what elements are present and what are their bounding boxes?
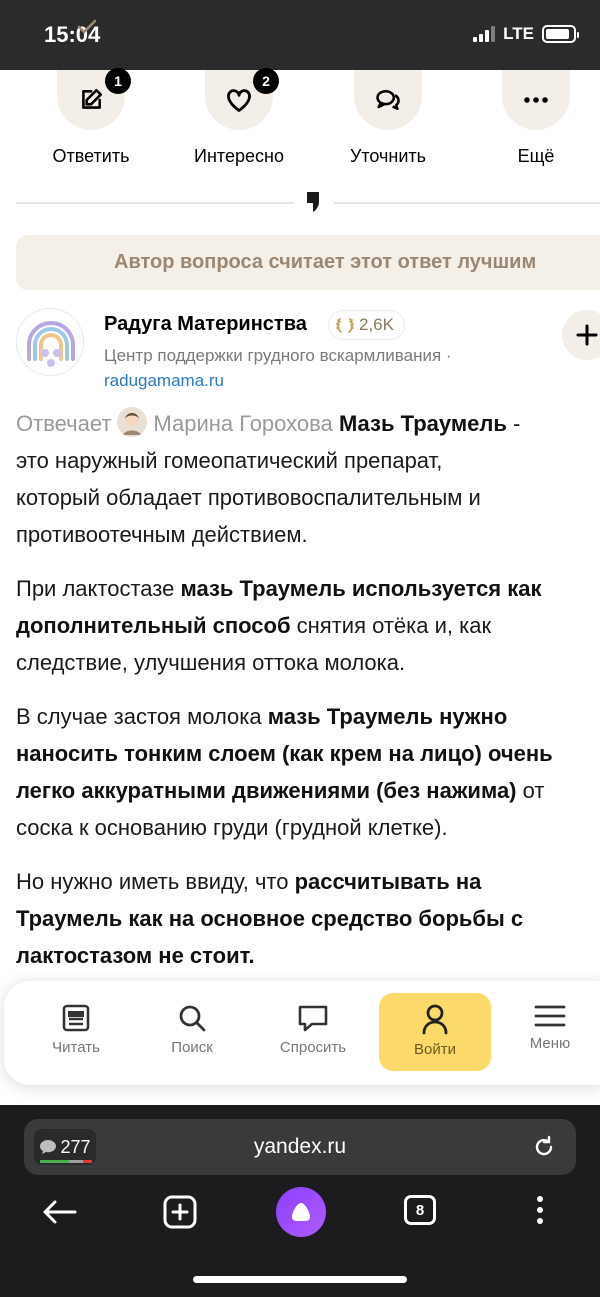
battery-icon: [542, 25, 579, 43]
tabs-button[interactable]: 8: [404, 1195, 436, 1225]
more-dots-icon: [524, 97, 548, 103]
author-name[interactable]: Радуга Материнства: [104, 313, 307, 336]
more-label: Ещё: [517, 146, 555, 166]
best-answer-banner: Автор вопроса считает этот ответ лучшим: [16, 235, 600, 290]
p1-line2: это наружный гомеопатический препарат,: [16, 448, 443, 473]
clarify-label: Уточнить: [349, 146, 427, 166]
url-text: yandex.ru: [253, 1135, 347, 1158]
tab-login[interactable]: Войти: [379, 993, 491, 1071]
tab-menu[interactable]: Меню: [494, 993, 600, 1071]
p4-line1-b: рассчитывать на: [294, 869, 482, 894]
p3-line3-b: легко аккуратными движениями (без нажима…: [16, 778, 517, 803]
tab-search[interactable]: Поиск: [136, 993, 248, 1071]
home-indicator[interactable]: [193, 1276, 407, 1283]
alice-button[interactable]: [276, 1187, 326, 1237]
tab-menu-label: Меню: [529, 1035, 571, 1052]
interesting-badge: 2: [253, 68, 279, 94]
p2-line2-b: снятия отёка и, как: [290, 613, 492, 638]
tab-read-label: Читать: [52, 1039, 100, 1056]
p3-line3-c: от: [516, 778, 545, 803]
expert-name[interactable]: Марина Горохова: [153, 411, 332, 436]
p2-line1-a: При лактостазе: [16, 576, 181, 601]
p3-line1-a: В случае застоя молока: [16, 704, 268, 729]
search-icon: [179, 1005, 206, 1032]
network-type: LTE: [503, 24, 534, 43]
tab-search-label: Поиск: [171, 1039, 213, 1056]
paragraph-2: При лактостазе мазь Траумель используетс…: [16, 570, 600, 681]
p2-line2-a: дополнительный способ: [16, 613, 291, 638]
p1-line4: противоотечным действием.: [16, 522, 308, 547]
divider-right: [334, 202, 600, 204]
tab-ask[interactable]: Спросить: [257, 993, 369, 1071]
browser-toolbar: 277 yandex.ru 8: [0, 1105, 600, 1297]
battery-level: [546, 29, 570, 39]
status-indicators: LTE: [473, 24, 579, 44]
browser-menu-button[interactable]: [533, 1195, 547, 1230]
tab-login-label: Войти: [414, 1041, 456, 1058]
tab-ask-label: Спросить: [279, 1039, 347, 1056]
address-bar[interactable]: 277 yandex.ru: [24, 1119, 576, 1175]
p1-bold: Мазь Траумель: [338, 411, 507, 436]
follow-button[interactable]: [562, 310, 600, 360]
paragraph-1: Отвечает Марина Горохова Мазь Траумель - …: [16, 405, 600, 553]
p3-line4: соска к основанию груди (грудной клетке)…: [16, 815, 448, 840]
back-button[interactable]: [42, 1199, 78, 1230]
reply-label: Ответить: [52, 146, 130, 166]
bottom-tab-bar: Читать Поиск Спросить Войти Меню: [4, 981, 600, 1085]
p4-line3: лактостазом не стоит.: [16, 943, 255, 968]
author-link[interactable]: radugamama.ru: [104, 371, 224, 391]
browser-nav: 8: [0, 1187, 600, 1251]
p3-line2: наносить тонким слоем (как крем на лицо)…: [16, 741, 553, 766]
expert-avatar[interactable]: [117, 407, 148, 437]
menu-icon: [534, 1005, 566, 1027]
new-tab-button[interactable]: [163, 1195, 197, 1234]
paragraph-3: В случае застоя молока мазь Траумель нуж…: [16, 698, 600, 846]
author-rating: 2,6K: [359, 315, 394, 334]
rainbow-logo: [27, 321, 75, 367]
interesting-label: Интересно: [194, 146, 284, 166]
signal-icon: [473, 26, 496, 42]
ask-icon: [298, 1005, 328, 1032]
answer-actions: 1 Ответить 2 Интересно Уточнить Ещё: [0, 68, 600, 180]
author-rating-badge: 2,6K: [328, 310, 405, 340]
p4-line1-a: Но нужно иметь ввиду, что: [16, 869, 295, 894]
paragraph-4: Но нужно иметь ввиду, что рассчитывать н…: [16, 863, 600, 974]
p2-line3: следствие, улучшения оттока молока.: [16, 650, 406, 675]
reload-icon[interactable]: [532, 1135, 556, 1159]
arrow-left-icon: [43, 1200, 77, 1224]
clarify-button[interactable]: Уточнить: [328, 70, 448, 167]
best-answer-text: Автор вопроса считает этот ответ лучшим: [114, 251, 537, 273]
check-icon: [77, 19, 97, 34]
answer-text: Отвечает Марина Горохова Мазь Траумель - …: [16, 405, 600, 991]
laurel-icon: [336, 318, 354, 333]
tab-read[interactable]: Читать: [20, 993, 132, 1071]
alice-icon: [292, 1203, 310, 1221]
answering-label: Отвечает: [16, 411, 112, 436]
p1-line1-rest: -: [506, 411, 521, 436]
edit-icon: [82, 88, 103, 109]
chat-bubbles-icon: [376, 89, 400, 111]
reply-button[interactable]: 1 Ответить: [31, 68, 151, 167]
plus-square-icon: [163, 1195, 197, 1229]
plus-icon: [576, 324, 598, 346]
p4-line2: Траумель как на основное средство борьбы…: [16, 906, 524, 931]
p3-line1-b: мазь Траумель нужно: [267, 704, 508, 729]
quote-icon: [307, 192, 319, 212]
more-button[interactable]: Ещё: [476, 70, 596, 167]
p1-line3: который обладает противовоспалительным и: [16, 485, 481, 510]
author-avatar[interactable]: [16, 308, 84, 376]
author-description: Центр поддержки грудного вскармливания ·: [104, 346, 452, 365]
interesting-button[interactable]: 2 Интересно: [179, 68, 299, 167]
tabs-count: 8: [404, 1195, 436, 1225]
heart-icon: [227, 89, 251, 112]
p2-line1-b: мазь Траумель используется как: [180, 576, 542, 601]
rating-bar: [40, 1160, 92, 1163]
user-icon: [422, 1004, 448, 1035]
reply-badge: 1: [105, 68, 131, 94]
read-icon: [62, 1004, 90, 1032]
vertical-dots-icon: [537, 1196, 543, 1224]
divider-left: [16, 202, 294, 204]
